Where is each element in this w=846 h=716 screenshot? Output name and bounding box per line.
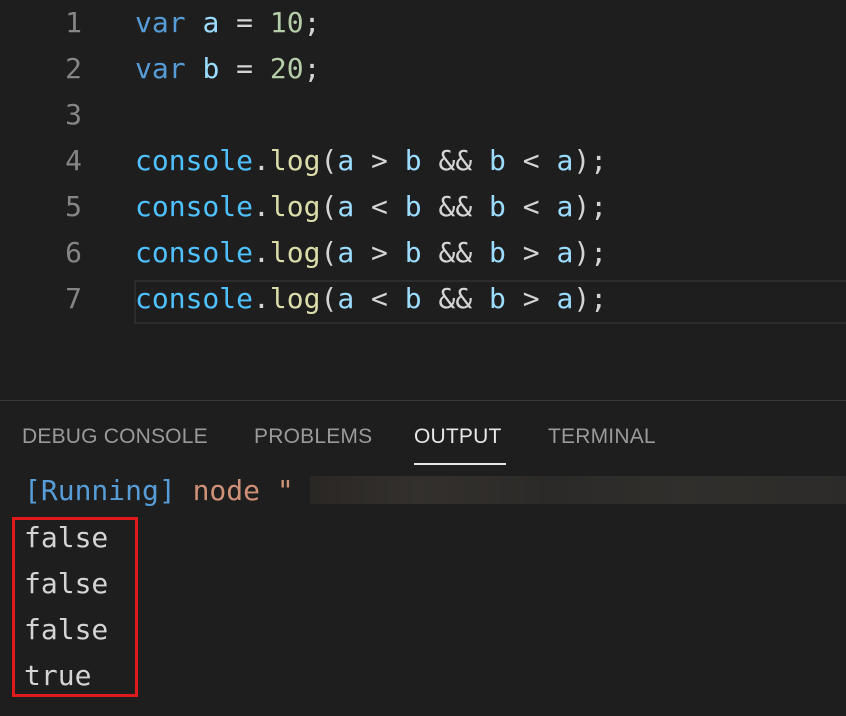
code-token: > [505, 282, 557, 315]
code-token: a [337, 190, 355, 223]
code-text[interactable]: console.log(a > b && b < a); [135, 138, 607, 184]
code-token: a [337, 144, 355, 177]
results-highlight-box [12, 517, 138, 697]
code-token: b [489, 144, 506, 177]
code-token: = [219, 52, 270, 85]
code-token: b [404, 144, 422, 177]
code-token: a [556, 190, 574, 223]
code-token: ( [320, 144, 338, 177]
code-token: a [556, 282, 574, 315]
line-number: 3 [65, 98, 82, 131]
line-number: 4 [65, 144, 82, 177]
code-token: ; [303, 52, 321, 85]
code-token: 20 [269, 52, 304, 85]
code-token: log [269, 190, 321, 223]
line-number: 7 [65, 282, 82, 315]
code-token: ); [573, 236, 608, 269]
code-token: b [404, 236, 422, 269]
code-line-7[interactable]: 7 console.log(a < b && b > a); [0, 276, 846, 322]
code-token: && [421, 282, 490, 315]
code-token: a [337, 282, 355, 315]
tab-debug-console[interactable]: DEBUG CONSOLE [22, 425, 208, 449]
code-token: b [404, 282, 422, 315]
panel-tabs: DEBUG CONSOLE PROBLEMS OUTPUT TERMINAL [0, 401, 846, 467]
line-number: 1 [65, 6, 82, 39]
code-token: < [505, 190, 557, 223]
code-token: a [556, 236, 574, 269]
code-token: ); [573, 190, 608, 223]
line-number: 6 [65, 236, 82, 269]
code-token: ; [303, 6, 321, 39]
code-token: b [489, 190, 506, 223]
code-token: console [135, 144, 254, 177]
active-tab-indicator [414, 463, 506, 465]
code-token: && [421, 144, 490, 177]
code-token: ( [320, 282, 338, 315]
code-token: . [253, 236, 270, 269]
code-token: console [135, 236, 254, 269]
output-run-line: [Running] node " [24, 468, 294, 514]
code-token: && [421, 190, 490, 223]
code-text[interactable]: var a = 10; [135, 0, 320, 46]
code-token: = [219, 6, 270, 39]
code-token: log [269, 282, 321, 315]
code-token: > [354, 236, 405, 269]
code-line-1[interactable]: 1 var a = 10; [0, 0, 846, 46]
code-token: . [253, 282, 270, 315]
code-token: a [556, 144, 574, 177]
code-token: log [269, 236, 321, 269]
bottom-panel: DEBUG CONSOLE PROBLEMS OUTPUT TERMINAL [… [0, 401, 846, 716]
code-line-6[interactable]: 6 console.log(a > b && b > a); [0, 230, 846, 276]
code-text[interactable]: console.log(a < b && b > a); [135, 276, 607, 322]
code-token: . [253, 144, 270, 177]
code-editor[interactable]: 1 var a = 10; 2 var b = 20; 3 4 console.… [0, 0, 846, 400]
code-token: a [337, 236, 355, 269]
code-token: a [202, 6, 220, 39]
tab-problems[interactable]: PROBLEMS [254, 425, 372, 449]
code-token: > [354, 144, 405, 177]
code-token: > [505, 236, 557, 269]
code-token: < [354, 282, 405, 315]
code-token: ); [573, 282, 608, 315]
code-token: b [489, 282, 506, 315]
running-label: [Running] [24, 474, 176, 507]
run-command: node " [175, 474, 294, 507]
code-token: ( [320, 190, 338, 223]
code-token: console [135, 190, 254, 223]
code-line-2[interactable]: 2 var b = 20; [0, 46, 846, 92]
code-line-3[interactable]: 3 [0, 92, 846, 138]
code-token: b [404, 190, 422, 223]
code-line-5[interactable]: 5 console.log(a < b && b < a); [0, 184, 846, 230]
code-token: ( [320, 236, 338, 269]
tab-output[interactable]: OUTPUT [414, 425, 502, 449]
code-token: var [135, 6, 186, 39]
code-token: ); [573, 144, 608, 177]
code-text[interactable]: console.log(a > b && b > a); [135, 230, 607, 276]
line-number: 2 [65, 52, 82, 85]
code-token: b [202, 52, 220, 85]
line-number: 5 [65, 190, 82, 223]
code-text[interactable]: console.log(a < b && b < a); [135, 184, 607, 230]
code-token: < [505, 144, 557, 177]
code-token: 10 [269, 6, 304, 39]
redacted-path [310, 476, 846, 504]
code-token: && [421, 236, 490, 269]
code-token: log [269, 144, 321, 177]
code-line-4[interactable]: 4 console.log(a > b && b < a); [0, 138, 846, 184]
code-text[interactable]: var b = 20; [135, 46, 320, 92]
code-token: console [135, 282, 254, 315]
code-token: < [354, 190, 405, 223]
code-token: b [489, 236, 506, 269]
code-token: var [135, 52, 186, 85]
code-token: . [253, 190, 270, 223]
tab-terminal[interactable]: TERMINAL [548, 425, 656, 449]
